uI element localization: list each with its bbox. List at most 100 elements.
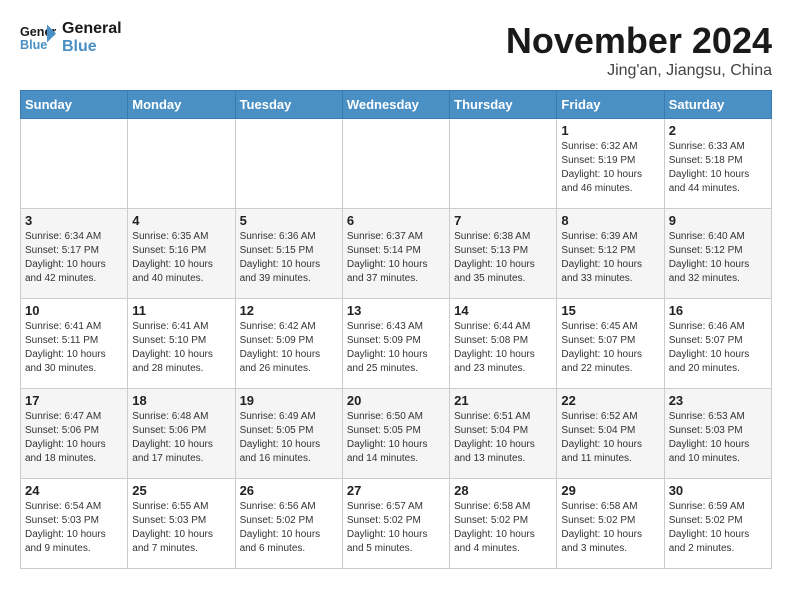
day-number: 5 bbox=[240, 213, 338, 228]
day-number: 13 bbox=[347, 303, 445, 318]
day-number: 14 bbox=[454, 303, 552, 318]
day-info: Sunrise: 6:53 AM Sunset: 5:03 PM Dayligh… bbox=[669, 410, 767, 466]
calendar-cell: 6Sunrise: 6:37 AM Sunset: 5:14 PM Daylig… bbox=[342, 209, 449, 299]
day-info: Sunrise: 6:56 AM Sunset: 5:02 PM Dayligh… bbox=[240, 500, 338, 556]
logo-general: General bbox=[62, 20, 122, 38]
day-info: Sunrise: 6:43 AM Sunset: 5:09 PM Dayligh… bbox=[347, 320, 445, 376]
calendar-cell: 3Sunrise: 6:34 AM Sunset: 5:17 PM Daylig… bbox=[21, 209, 128, 299]
day-header-tuesday: Tuesday bbox=[235, 91, 342, 119]
day-number: 11 bbox=[132, 303, 230, 318]
calendar-week-row: 1 Sunrise: 6:32 AM Sunset: 5:19 PM Daylig… bbox=[21, 119, 772, 209]
day-number: 10 bbox=[25, 303, 123, 318]
day-number: 12 bbox=[240, 303, 338, 318]
day-header-friday: Friday bbox=[557, 91, 664, 119]
day-info: Sunrise: 6:41 AM Sunset: 5:11 PM Dayligh… bbox=[25, 320, 123, 376]
day-header-monday: Monday bbox=[128, 91, 235, 119]
day-info: Sunrise: 6:54 AM Sunset: 5:03 PM Dayligh… bbox=[25, 500, 123, 556]
calendar-cell: 16 Sunrise: 6:46 AM Sunset: 5:07 PM Dayli… bbox=[664, 299, 771, 389]
calendar-cell: 17 Sunrise: 6:47 AM Sunset: 5:06 PM Dayli… bbox=[21, 389, 128, 479]
calendar-cell: 14 Sunrise: 6:44 AM Sunset: 5:08 PM Dayli… bbox=[450, 299, 557, 389]
calendar-cell: 18 Sunrise: 6:48 AM Sunset: 5:06 PM Dayli… bbox=[128, 389, 235, 479]
day-info: Sunrise: 6:39 AM Sunset: 5:12 PM Dayligh… bbox=[561, 230, 659, 286]
calendar-week-row: 10 Sunrise: 6:41 AM Sunset: 5:11 PM Dayli… bbox=[21, 299, 772, 389]
day-info: Sunrise: 6:45 AM Sunset: 5:07 PM Dayligh… bbox=[561, 320, 659, 376]
calendar-cell: 29 Sunrise: 6:58 AM Sunset: 5:02 PM Dayli… bbox=[557, 479, 664, 569]
day-number: 18 bbox=[132, 393, 230, 408]
day-number: 8 bbox=[561, 213, 659, 228]
day-number: 26 bbox=[240, 483, 338, 498]
day-number: 30 bbox=[669, 483, 767, 498]
calendar-cell: 30 Sunrise: 6:59 AM Sunset: 5:02 PM Dayli… bbox=[664, 479, 771, 569]
logo-icon: General Blue bbox=[20, 20, 56, 56]
day-info: Sunrise: 6:59 AM Sunset: 5:02 PM Dayligh… bbox=[669, 500, 767, 556]
day-info: Sunrise: 6:58 AM Sunset: 5:02 PM Dayligh… bbox=[454, 500, 552, 556]
day-number: 17 bbox=[25, 393, 123, 408]
day-number: 21 bbox=[454, 393, 552, 408]
calendar-cell: 19Sunrise: 6:49 AM Sunset: 5:05 PM Dayli… bbox=[235, 389, 342, 479]
day-info: Sunrise: 6:57 AM Sunset: 5:02 PM Dayligh… bbox=[347, 500, 445, 556]
calendar-cell: 27Sunrise: 6:57 AM Sunset: 5:02 PM Dayli… bbox=[342, 479, 449, 569]
day-info: Sunrise: 6:40 AM Sunset: 5:12 PM Dayligh… bbox=[669, 230, 767, 286]
calendar-cell: 24Sunrise: 6:54 AM Sunset: 5:03 PM Dayli… bbox=[21, 479, 128, 569]
calendar-cell: 21 Sunrise: 6:51 AM Sunset: 5:04 PM Dayli… bbox=[450, 389, 557, 479]
day-number: 1 bbox=[561, 123, 659, 138]
day-number: 22 bbox=[561, 393, 659, 408]
day-number: 28 bbox=[454, 483, 552, 498]
day-number: 19 bbox=[240, 393, 338, 408]
day-info: Sunrise: 6:50 AM Sunset: 5:05 PM Dayligh… bbox=[347, 410, 445, 466]
month-title: November 2024 bbox=[506, 20, 772, 62]
day-info: Sunrise: 6:44 AM Sunset: 5:08 PM Dayligh… bbox=[454, 320, 552, 376]
day-number: 29 bbox=[561, 483, 659, 498]
calendar-cell: 13 Sunrise: 6:43 AM Sunset: 5:09 PM Dayli… bbox=[342, 299, 449, 389]
calendar-cell bbox=[128, 119, 235, 209]
day-header-saturday: Saturday bbox=[664, 91, 771, 119]
day-number: 16 bbox=[669, 303, 767, 318]
calendar-cell bbox=[342, 119, 449, 209]
day-info: Sunrise: 6:55 AM Sunset: 5:03 PM Dayligh… bbox=[132, 500, 230, 556]
day-header-sunday: Sunday bbox=[21, 91, 128, 119]
calendar-cell: 12 Sunrise: 6:42 AM Sunset: 5:09 PM Dayli… bbox=[235, 299, 342, 389]
calendar-cell: 8 Sunrise: 6:39 AM Sunset: 5:12 PM Daylig… bbox=[557, 209, 664, 299]
calendar-cell: 20 Sunrise: 6:50 AM Sunset: 5:05 PM Dayli… bbox=[342, 389, 449, 479]
calendar-cell: 7 Sunrise: 6:38 AM Sunset: 5:13 PM Daylig… bbox=[450, 209, 557, 299]
day-info: Sunrise: 6:35 AM Sunset: 5:16 PM Dayligh… bbox=[132, 230, 230, 286]
day-number: 23 bbox=[669, 393, 767, 408]
logo: General Blue General Blue bbox=[20, 20, 122, 56]
calendar-header-row: SundayMondayTuesdayWednesdayThursdayFrid… bbox=[21, 91, 772, 119]
calendar-cell: 25 Sunrise: 6:55 AM Sunset: 5:03 PM Dayli… bbox=[128, 479, 235, 569]
calendar-week-row: 17 Sunrise: 6:47 AM Sunset: 5:06 PM Dayli… bbox=[21, 389, 772, 479]
calendar-cell: 9 Sunrise: 6:40 AM Sunset: 5:12 PM Daylig… bbox=[664, 209, 771, 299]
day-info: Sunrise: 6:52 AM Sunset: 5:04 PM Dayligh… bbox=[561, 410, 659, 466]
day-info: Sunrise: 6:48 AM Sunset: 5:06 PM Dayligh… bbox=[132, 410, 230, 466]
day-info: Sunrise: 6:36 AM Sunset: 5:15 PM Dayligh… bbox=[240, 230, 338, 286]
day-number: 3 bbox=[25, 213, 123, 228]
calendar-week-row: 24Sunrise: 6:54 AM Sunset: 5:03 PM Dayli… bbox=[21, 479, 772, 569]
day-number: 20 bbox=[347, 393, 445, 408]
location: Jing'an, Jiangsu, China bbox=[506, 62, 772, 80]
calendar-cell: 26 Sunrise: 6:56 AM Sunset: 5:02 PM Dayli… bbox=[235, 479, 342, 569]
day-info: Sunrise: 6:32 AM Sunset: 5:19 PM Dayligh… bbox=[561, 140, 659, 196]
day-info: Sunrise: 6:46 AM Sunset: 5:07 PM Dayligh… bbox=[669, 320, 767, 376]
day-number: 9 bbox=[669, 213, 767, 228]
calendar-cell bbox=[21, 119, 128, 209]
calendar-cell: 1 Sunrise: 6:32 AM Sunset: 5:19 PM Daylig… bbox=[557, 119, 664, 209]
day-info: Sunrise: 6:38 AM Sunset: 5:13 PM Dayligh… bbox=[454, 230, 552, 286]
logo-blue: Blue bbox=[62, 38, 122, 56]
day-info: Sunrise: 6:51 AM Sunset: 5:04 PM Dayligh… bbox=[454, 410, 552, 466]
day-number: 4 bbox=[132, 213, 230, 228]
calendar-cell: 11 Sunrise: 6:41 AM Sunset: 5:10 PM Dayli… bbox=[128, 299, 235, 389]
day-info: Sunrise: 6:42 AM Sunset: 5:09 PM Dayligh… bbox=[240, 320, 338, 376]
day-header-thursday: Thursday bbox=[450, 91, 557, 119]
day-number: 25 bbox=[132, 483, 230, 498]
day-info: Sunrise: 6:33 AM Sunset: 5:18 PM Dayligh… bbox=[669, 140, 767, 196]
day-info: Sunrise: 6:41 AM Sunset: 5:10 PM Dayligh… bbox=[132, 320, 230, 376]
calendar-week-row: 3Sunrise: 6:34 AM Sunset: 5:17 PM Daylig… bbox=[21, 209, 772, 299]
calendar-cell bbox=[450, 119, 557, 209]
calendar-table: SundayMondayTuesdayWednesdayThursdayFrid… bbox=[20, 90, 772, 569]
day-number: 7 bbox=[454, 213, 552, 228]
day-info: Sunrise: 6:58 AM Sunset: 5:02 PM Dayligh… bbox=[561, 500, 659, 556]
day-header-wednesday: Wednesday bbox=[342, 91, 449, 119]
calendar-cell: 28 Sunrise: 6:58 AM Sunset: 5:02 PM Dayli… bbox=[450, 479, 557, 569]
day-number: 2 bbox=[669, 123, 767, 138]
day-info: Sunrise: 6:47 AM Sunset: 5:06 PM Dayligh… bbox=[25, 410, 123, 466]
